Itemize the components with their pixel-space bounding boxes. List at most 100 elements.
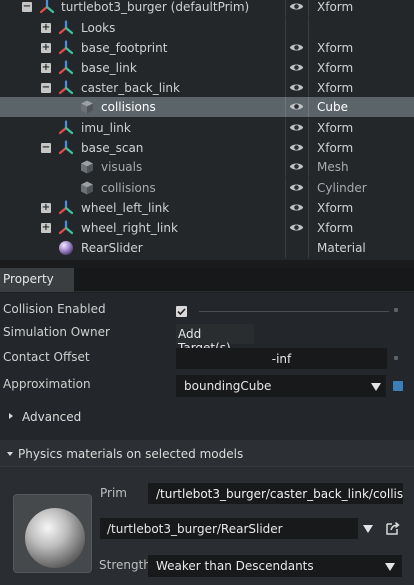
column-divider [285,157,286,177]
column-divider [308,38,309,58]
column-divider [308,198,309,218]
visibility-eye-icon[interactable] [289,42,304,53]
strength-chevron-down-icon[interactable] [385,563,395,571]
xform-icon [39,0,55,15]
tree-row-type: Mesh [317,160,349,174]
xform-icon [58,20,74,36]
tree-row[interactable]: − base_scan Xform [0,138,414,158]
expand-icon[interactable]: + [41,63,51,73]
column-divider [285,218,286,238]
physics-materials-header[interactable]: Physics materials on selected models [0,440,414,467]
expand-icon[interactable]: + [41,23,51,33]
mesh-icon [79,159,95,175]
xform-icon [58,60,74,76]
tree-row-type: Xform [317,81,354,95]
collapse-icon[interactable]: − [41,143,51,153]
checkmark-icon [177,308,186,316]
material-path-value: /turtlebot3_burger/RearSlider [107,522,283,536]
approximation-label: Approximation [3,377,91,391]
contact-offset-label: Contact Offset [3,350,90,364]
strength-value: Weaker than Descendants [156,559,314,573]
visibility-eye-icon[interactable] [289,142,304,153]
tree-row-type: Cylinder [317,181,367,195]
mesh-icon [79,180,95,196]
tree-row-type: Xform [317,121,354,135]
material-chevron-down-icon[interactable] [363,525,373,533]
visibility-eye-icon[interactable] [289,222,304,233]
stage-tree: − turtlebot3_burger (defaultPrim) Xform + Lo… [0,0,414,260]
tree-row-type: Xform [317,141,354,155]
tree-row-name: collisions [101,181,156,195]
column-divider [308,58,309,78]
approximation-value: boundingCube [184,379,272,393]
advanced-section-header[interactable]: Advanced [0,405,414,431]
column-divider [285,118,286,138]
tree-row[interactable]: + wheel_left_link Xform [0,198,414,218]
tree-row[interactable]: − caster_back_link Xform [0,78,414,98]
tree-row[interactable]: + wheel_right_link Xform [0,218,414,238]
tree-row[interactable]: visuals Mesh [0,157,414,177]
open-material-icon[interactable] [385,520,401,536]
collapse-icon[interactable]: − [22,2,32,12]
tree-row[interactable]: + base_link Xform [0,58,414,78]
column-divider [308,238,309,258]
expand-icon[interactable]: + [41,203,51,213]
visibility-eye-icon[interactable] [289,82,304,93]
tree-row-name: base_footprint [81,41,168,55]
tree-row[interactable]: + Looks [0,18,414,38]
visibility-eye-icon[interactable] [289,161,304,172]
tab-property[interactable]: Property [0,268,74,292]
tree-row-name: Looks [81,21,116,35]
column-divider [308,0,309,17]
material-path-dropdown[interactable]: /turtlebot3_burger/RearSlider [100,518,358,539]
tree-row[interactable]: + base_footprint Xform [0,38,414,58]
column-divider [308,18,309,38]
visibility-eye-icon[interactable] [289,62,304,73]
prim-label: Prim [100,486,127,500]
expand-icon[interactable]: + [41,43,51,53]
collision-enabled-default-indicator[interactable] [394,308,398,312]
strength-dropdown[interactable]: Weaker than Descendants [148,555,402,577]
tree-row-type: Material [317,241,366,255]
visibility-eye-icon[interactable] [289,1,304,12]
add-targets-button[interactable]: Add Target(s) [176,324,254,355]
expand-right-icon [9,413,13,419]
prim-path-field[interactable]: /turtlebot3_burger/caster_back_link/coll… [148,483,403,504]
column-divider [285,18,286,38]
tree-row-type: Xform [317,0,354,14]
xform-icon [58,40,74,56]
material-preview-thumbnail [13,494,92,573]
column-divider [308,218,309,238]
tree-row[interactable]: collisions Cube [0,97,414,117]
approximation-dropdown[interactable]: boundingCube [176,375,386,397]
expand-icon[interactable]: + [41,223,51,233]
visibility-eye-icon[interactable] [289,122,304,133]
column-divider [308,138,309,158]
approximation-chevron-down-icon[interactable] [371,383,381,391]
visibility-eye-icon[interactable] [289,101,304,112]
tree-row[interactable]: collisions Cylinder [0,178,414,198]
cube-icon [79,99,95,115]
contact-offset-default-indicator[interactable] [394,356,398,360]
contact-offset-field[interactable]: -inf [176,348,387,369]
material-sphere-preview-icon [14,495,91,572]
column-divider [285,178,286,198]
tree-row[interactable]: imu_link Xform [0,118,414,138]
tree-row[interactable]: − turtlebot3_burger (defaultPrim) Xform [0,0,414,17]
visibility-eye-icon[interactable] [289,182,304,193]
tree-row-name: RearSlider [81,241,143,255]
visibility-eye-icon[interactable] [289,202,304,213]
column-divider [308,118,309,138]
column-divider [285,78,286,98]
collision-enabled-checkbox[interactable] [176,306,187,317]
column-divider [285,138,286,158]
tree-row[interactable]: RearSlider Material [0,238,414,258]
tree-row-name: caster_back_link [81,81,180,95]
material-sphere-icon [58,240,74,256]
tree-row-type: Xform [317,201,354,215]
collapse-icon[interactable]: − [41,83,51,93]
panel-splitter[interactable] [0,260,414,268]
tree-row-name: wheel_right_link [81,221,178,235]
tree-row-name: collisions [101,100,156,114]
approximation-override-indicator[interactable] [393,381,403,391]
